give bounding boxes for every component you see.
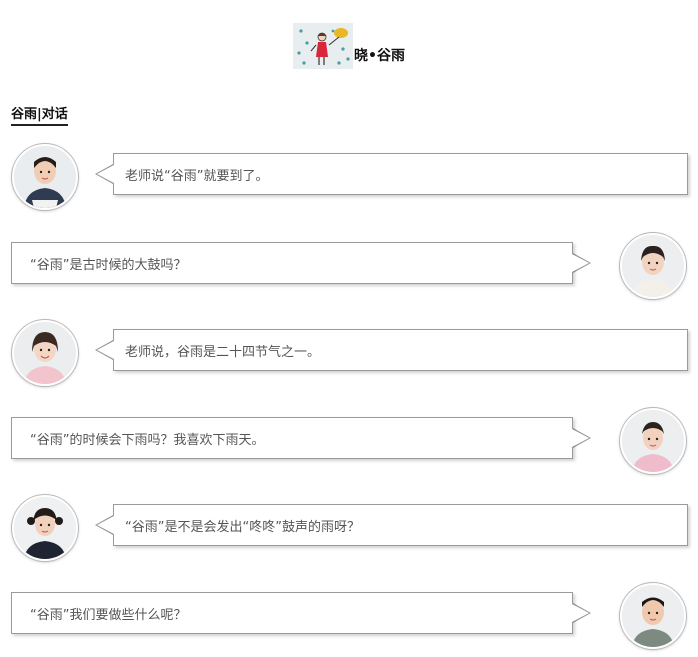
child-avatar-girl-4 — [12, 495, 78, 561]
dialogue-row: 老师说“谷雨”就要到了。 — [0, 142, 698, 210]
speech-bubble: “谷雨”是古时候的大鼓吗？ — [11, 242, 573, 284]
girl-avatar-icon — [14, 497, 76, 559]
speech-bubble: “谷雨”我们要做些什么呢？ — [11, 592, 573, 634]
speech-bubble: “谷雨”的时候会下雨吗？我喜欢下雨天。 — [11, 417, 573, 459]
child-avatar-boy-2 — [620, 583, 686, 649]
dialogue-row: “谷雨”是不是会发出“咚咚”鼓声的雨呀？ — [0, 493, 698, 561]
dialogue-row: “谷雨”是古时候的大鼓吗？ — [0, 231, 698, 299]
girl-avatar-icon — [622, 410, 684, 472]
speech-bubble: “谷雨”是不是会发出“咚咚”鼓声的雨呀？ — [113, 504, 688, 546]
bubble-tail-fill — [572, 604, 589, 622]
child-avatar-boy-1 — [12, 144, 78, 210]
girl-avatar-icon — [14, 322, 76, 384]
child-avatar-girl-3 — [620, 408, 686, 474]
dialogue-row: “谷雨”的时候会下雨吗？我喜欢下雨天。 — [0, 406, 698, 474]
bubble-tail-fill — [97, 165, 114, 183]
bubble-tail-fill — [97, 516, 114, 534]
girl-avatar-icon — [622, 235, 684, 297]
boy-avatar-icon — [622, 585, 684, 647]
page-header: 晓•谷雨 — [0, 23, 698, 69]
bubble-tail-fill — [97, 341, 114, 359]
child-avatar-girl-2 — [12, 320, 78, 386]
dialogue-row: “谷雨”我们要做些什么呢？ — [0, 581, 698, 649]
girl-umbrella-drawing — [293, 23, 354, 69]
child-avatar-girl-1 — [620, 233, 686, 299]
boy-avatar-icon — [14, 146, 76, 208]
speech-bubble: 老师说“谷雨”就要到了。 — [113, 153, 688, 195]
bubble-tail-fill — [572, 254, 589, 272]
speech-bubble: 老师说，谷雨是二十四节气之一。 — [113, 329, 688, 371]
header-title: 晓•谷雨 — [354, 48, 405, 64]
dialogue-row: 老师说，谷雨是二十四节气之一。 — [0, 318, 698, 386]
header-illustration — [293, 23, 354, 69]
bubble-tail-fill — [572, 429, 589, 447]
section-title: 谷雨|对话 — [11, 103, 68, 126]
